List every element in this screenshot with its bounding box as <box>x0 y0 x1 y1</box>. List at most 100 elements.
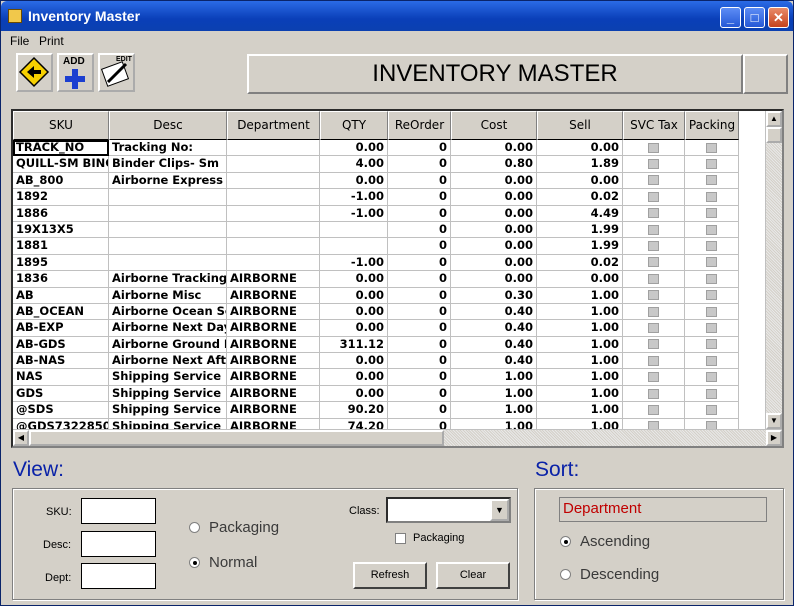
checkbox-icon[interactable] <box>648 322 659 333</box>
cell-cost[interactable]: 0.00 <box>451 172 537 190</box>
radio-packaging-dot[interactable] <box>189 522 200 533</box>
refresh-button[interactable]: Refresh <box>353 562 427 589</box>
table-row[interactable]: @SDS Shipping Service AIRBORNE 90.20 0 1.00 1.… <box>13 402 739 419</box>
sku-input[interactable] <box>81 498 156 524</box>
checkbox-icon[interactable] <box>706 355 717 366</box>
cell-sell[interactable]: 0.02 <box>537 254 623 272</box>
checkbox-icon[interactable] <box>648 290 659 301</box>
menu-file[interactable]: File <box>10 34 29 48</box>
cell-department[interactable]: AIRBORNE <box>227 402 320 419</box>
cell-sell[interactable]: 1.00 <box>537 385 623 403</box>
cell-sku[interactable]: 1895 <box>13 254 109 272</box>
cell-reorder[interactable]: 0 <box>388 221 451 239</box>
cell-qty[interactable]: 0.00 <box>320 140 388 157</box>
cell-reorder[interactable]: 0 <box>388 353 451 370</box>
packing-checkbox[interactable] <box>685 271 739 288</box>
cell-sku[interactable]: 1836 <box>13 271 109 288</box>
scroll-down-button[interactable]: ▼ <box>766 413 782 429</box>
cell-sell[interactable]: 0.02 <box>537 189 623 206</box>
checkbox-icon[interactable] <box>648 175 659 186</box>
svc-tax-checkbox[interactable] <box>623 156 685 173</box>
clear-button[interactable]: Clear <box>436 562 510 589</box>
cell-sell[interactable]: 1.00 <box>537 402 623 419</box>
cell-qty[interactable]: -1.00 <box>320 254 388 272</box>
cell-sell[interactable]: 0.00 <box>537 140 623 157</box>
cell-sell[interactable]: 1.00 <box>537 369 623 386</box>
checkbox-icon[interactable] <box>706 175 717 186</box>
table-row[interactable]: 1895 -1.00 0 0.00 0.02 <box>13 254 739 272</box>
cell-department[interactable]: AIRBORNE <box>227 303 320 321</box>
cell-desc[interactable]: Airborne Next Aftern <box>109 353 227 370</box>
cell-reorder[interactable]: 0 <box>388 336 451 354</box>
cell-cost[interactable]: 1.00 <box>451 385 537 403</box>
checkbox-icon[interactable] <box>706 241 717 252</box>
cell-sku[interactable]: 1892 <box>13 189 109 206</box>
menu-print[interactable]: Print <box>39 34 64 48</box>
cell-department[interactable]: AIRBORNE <box>227 369 320 386</box>
cell-cost[interactable]: 0.40 <box>451 336 537 354</box>
checkbox-icon[interactable] <box>648 159 659 170</box>
cell-sell[interactable]: 0.00 <box>537 172 623 190</box>
cell-sku[interactable]: QUILL-SM BINC <box>13 156 109 173</box>
cell-sku[interactable]: AB-EXP <box>13 320 109 337</box>
cell-desc[interactable]: Binder Clips- Sm <box>109 156 227 173</box>
maximize-button[interactable]: □ <box>744 7 765 28</box>
table-row[interactable]: 19X13X5 0 0.00 1.99 <box>13 221 739 239</box>
column-header-reorder[interactable]: ReOrder <box>388 111 451 140</box>
horizontal-scroll-thumb[interactable] <box>29 430 444 446</box>
checkbox-icon[interactable] <box>706 224 717 235</box>
cell-qty[interactable] <box>320 238 388 255</box>
checkbox-icon[interactable] <box>648 257 659 268</box>
cell-cost[interactable]: 0.40 <box>451 320 537 337</box>
cell-qty[interactable] <box>320 221 388 239</box>
packaging-checkbox[interactable] <box>395 533 406 544</box>
column-header-qty[interactable]: QTY <box>320 111 388 140</box>
table-row[interactable]: 1836 Airborne Tracking AIRBORNE 0.00 0 0.00 0.… <box>13 271 739 288</box>
packing-checkbox[interactable] <box>685 287 739 304</box>
cell-qty[interactable]: 311.12 <box>320 336 388 354</box>
radio-normal-dot[interactable] <box>189 557 200 568</box>
table-row[interactable]: 1886 -1.00 0 0.00 4.49 <box>13 205 739 222</box>
chevron-down-icon[interactable]: ▼ <box>490 499 509 521</box>
cell-department[interactable] <box>227 140 320 157</box>
cell-desc[interactable]: Tracking No: <box>109 140 227 157</box>
cell-qty[interactable]: 0.00 <box>320 385 388 403</box>
svc-tax-checkbox[interactable] <box>623 402 685 419</box>
svc-tax-checkbox[interactable] <box>623 205 685 222</box>
cell-department[interactable] <box>227 221 320 239</box>
cell-reorder[interactable]: 0 <box>388 140 451 157</box>
checkbox-icon[interactable] <box>706 159 717 170</box>
cell-desc[interactable]: Airborne Ground De <box>109 336 227 354</box>
cell-qty[interactable]: 0.00 <box>320 287 388 304</box>
svc-tax-checkbox[interactable] <box>623 385 685 403</box>
cell-reorder[interactable]: 0 <box>388 238 451 255</box>
cell-cost[interactable]: 0.40 <box>451 353 537 370</box>
cell-cost[interactable]: 0.00 <box>451 271 537 288</box>
table-row[interactable]: TRACK_NO Tracking No: 0.00 0 0.00 0.00 <box>13 140 739 157</box>
cell-qty[interactable]: 0.00 <box>320 353 388 370</box>
table-row[interactable]: AB_800Airborne Express 800.0000.000.00 <box>13 172 739 190</box>
edit-button[interactable]: EDIT <box>98 53 135 92</box>
close-button[interactable]: ✕ <box>768 7 789 28</box>
cell-department[interactable]: AIRBORNE <box>227 320 320 337</box>
packing-checkbox[interactable] <box>685 336 739 354</box>
table-row[interactable]: AB Airborne Misc AIRBORNE 0.00 0 0.30 1.00 <box>13 287 739 304</box>
svc-tax-checkbox[interactable] <box>623 221 685 239</box>
table-row[interactable]: AB-GDSAirborne Ground DeAIRBORNE311.1200… <box>13 336 739 354</box>
column-header-department[interactable]: Department <box>227 111 320 140</box>
packing-checkbox[interactable] <box>685 221 739 239</box>
packing-checkbox[interactable] <box>685 353 739 370</box>
packing-checkbox[interactable] <box>685 254 739 272</box>
cell-sku[interactable]: 1886 <box>13 205 109 222</box>
cell-cost[interactable]: 0.80 <box>451 156 537 173</box>
cell-department[interactable] <box>227 156 320 173</box>
cell-qty[interactable]: 4.00 <box>320 156 388 173</box>
scroll-right-button[interactable]: ▶ <box>766 430 782 446</box>
cell-qty[interactable]: 0.00 <box>320 271 388 288</box>
cell-department[interactable] <box>227 205 320 222</box>
cell-department[interactable]: AIRBORNE <box>227 336 320 354</box>
column-header-svc-tax[interactable]: SVC Tax <box>623 111 685 140</box>
cell-cost[interactable]: 0.30 <box>451 287 537 304</box>
checkbox-icon[interactable] <box>648 339 659 350</box>
packing-checkbox[interactable] <box>685 369 739 386</box>
